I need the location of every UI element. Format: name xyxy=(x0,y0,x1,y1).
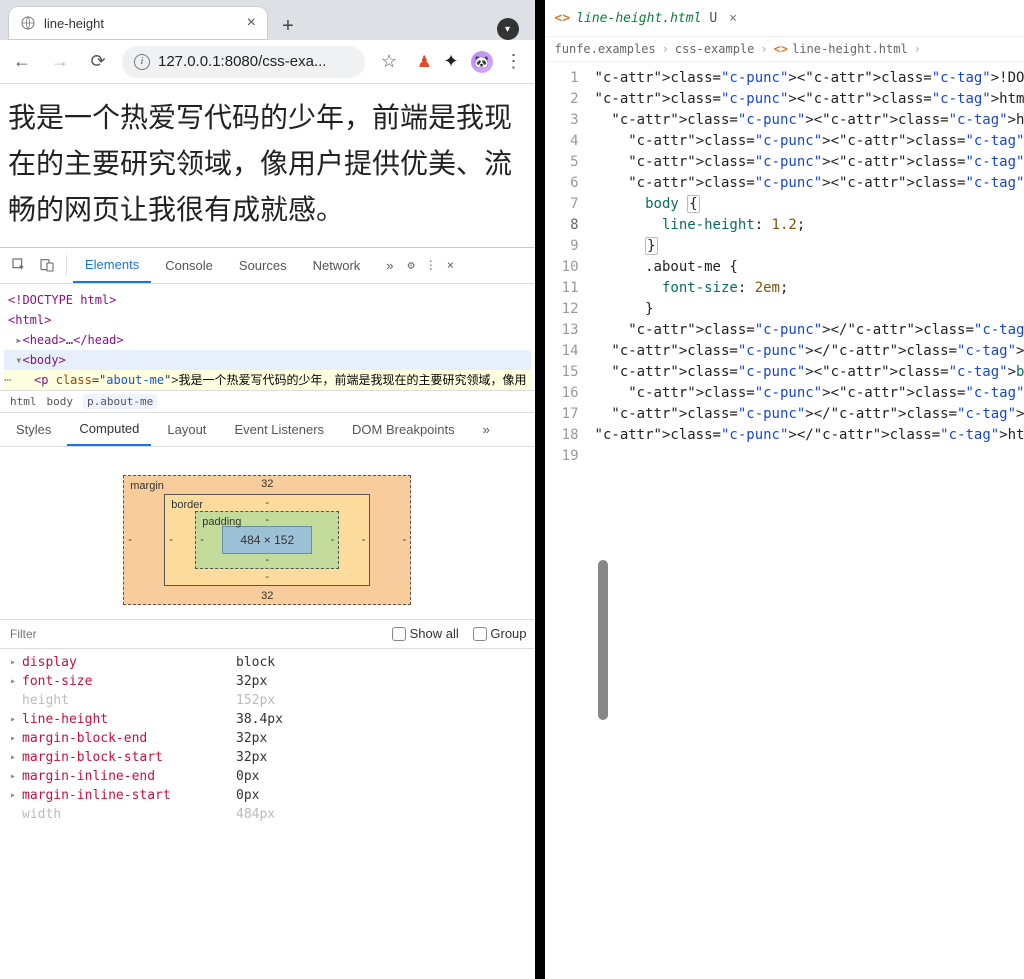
boxmodel-padding-label: padding xyxy=(202,516,241,528)
split-scrollbar[interactable] xyxy=(598,560,608,720)
boxmodel-margin-label: margin xyxy=(130,480,164,492)
tab-sources[interactable]: Sources xyxy=(227,247,299,283)
new-tab-button[interactable]: + xyxy=(274,12,302,40)
devtools-close-icon[interactable]: × xyxy=(447,258,454,272)
dom-breadcrumb[interactable]: html body p.about-me xyxy=(0,391,535,413)
tab-more[interactable]: » xyxy=(374,247,405,283)
about-me-paragraph: 我是一个热爱写代码的少年，前端是我现在的主要研究领域，像用户提供优美、流畅的网页… xyxy=(8,103,512,226)
crumb-body[interactable]: body xyxy=(47,395,74,408)
computed-row[interactable]: ▸margin-inline-end0px xyxy=(10,767,533,786)
code-file-icon: <> xyxy=(555,11,571,26)
tab-title: line-height xyxy=(44,16,239,31)
crumb-html[interactable]: html xyxy=(10,395,37,408)
extensions-button[interactable]: ✦ xyxy=(443,51,458,72)
dom-doctype: <!DOCTYPE html> xyxy=(8,293,116,307)
subtab-event-listeners[interactable]: Event Listeners xyxy=(222,412,336,446)
editor-tab[interactable]: <> line-height.html U × xyxy=(555,11,738,26)
dom-p-about-me[interactable]: ⋯<p class="about-me">我是一个热爱写代码的少年，前端是我现在… xyxy=(4,370,531,390)
tab-elements[interactable]: Elements xyxy=(73,247,151,283)
dom-body-selected[interactable]: ▾<body> xyxy=(4,350,531,370)
computed-row[interactable]: ▸margin-inline-start0px xyxy=(10,786,533,805)
profile-avatar[interactable]: 🐼 xyxy=(471,51,493,73)
globe-icon xyxy=(20,15,36,31)
group-toggle[interactable]: Group xyxy=(473,626,527,642)
reload-button[interactable]: ⟳ xyxy=(84,48,112,76)
chrome-menu-button[interactable]: ⋮ xyxy=(505,51,523,72)
editor-tabstrip: <> line-height.html U × xyxy=(545,0,1024,36)
computed-row[interactable]: width484px xyxy=(10,805,533,824)
address-bar[interactable]: i 127.0.0.1:8080/css-exa... xyxy=(122,46,365,78)
show-all-toggle[interactable]: Show all xyxy=(392,626,459,642)
close-icon[interactable]: × xyxy=(247,14,256,32)
subtab-styles[interactable]: Styles xyxy=(4,412,63,446)
subtab-computed[interactable]: Computed xyxy=(67,412,151,446)
window-menu-icon[interactable]: ▾ xyxy=(497,18,519,40)
url-text: 127.0.0.1:8080/css-exa... xyxy=(158,53,326,70)
code-area[interactable]: 12345678910111213141516171819 "c-attr">c… xyxy=(545,62,1024,467)
page-content: 我是一个热爱写代码的少年，前端是我现在的主要研究领域，像用户提供优美、流畅的网页… xyxy=(0,84,535,247)
crumb-folder-sub[interactable]: css-example xyxy=(675,42,754,56)
boxmodel-content: 484 × 152 xyxy=(222,526,312,554)
filter-input[interactable] xyxy=(8,626,68,642)
browser-tabstrip: line-height × + ▾ xyxy=(0,0,535,40)
code-editor: <> line-height.html U × funfe.examples› … xyxy=(545,0,1024,979)
device-toggle-icon[interactable] xyxy=(34,257,60,273)
crumb-folder-root[interactable]: funfe.examples xyxy=(555,42,656,56)
forward-button: → xyxy=(46,48,74,76)
dom-html[interactable]: <html> xyxy=(8,313,51,327)
subtab-layout[interactable]: Layout xyxy=(155,412,218,446)
devtools-menu-icon[interactable]: ⋮ xyxy=(425,258,437,272)
computed-row[interactable]: ▸margin-block-start32px xyxy=(10,748,533,767)
browser-tab[interactable]: line-height × xyxy=(8,6,268,40)
computed-row[interactable]: ▸font-size32px xyxy=(10,672,533,691)
editor-tab-title: line-height.html xyxy=(576,11,701,26)
browser-toolbar: ← → ⟳ i 127.0.0.1:8080/css-exa... ☆ ♟ ✦ … xyxy=(0,40,535,84)
subtab-more[interactable]: » xyxy=(471,412,502,446)
back-button[interactable]: ← xyxy=(8,48,36,76)
boxmodel-border-label: border xyxy=(171,499,203,511)
computed-properties[interactable]: ▸displayblock▸font-size32pxheight152px▸l… xyxy=(0,649,535,830)
site-info-icon[interactable]: i xyxy=(134,54,150,70)
gear-icon[interactable]: ⚙ xyxy=(408,258,415,272)
editor-tab-close-icon[interactable]: × xyxy=(729,11,737,26)
computed-filter-bar: Show all Group xyxy=(0,619,535,649)
subtab-dom-breakpoints[interactable]: DOM Breakpoints xyxy=(340,412,467,446)
extension-icon[interactable]: ♟ xyxy=(417,52,431,72)
devtools-panel: Elements Console Sources Network » ⚙ ⋮ ×… xyxy=(0,247,535,979)
computed-row[interactable]: ▸margin-block-end32px xyxy=(10,729,533,748)
dom-tree[interactable]: <!DOCTYPE html> <html> ▸<head>…</head> ▾… xyxy=(0,284,535,391)
editor-breadcrumbs[interactable]: funfe.examples› css-example› <> line-hei… xyxy=(545,36,1024,62)
computed-row[interactable]: height152px xyxy=(10,691,533,710)
computed-row[interactable]: ▸line-height38.4px xyxy=(10,710,533,729)
crumb-p[interactable]: p.about-me xyxy=(83,394,157,409)
tab-network[interactable]: Network xyxy=(301,247,373,283)
crumb-file[interactable]: line-height.html xyxy=(792,42,908,56)
tab-console[interactable]: Console xyxy=(153,247,225,283)
computed-row[interactable]: ▸displayblock xyxy=(10,653,533,672)
devtools-subtabs: Styles Computed Layout Event Listeners D… xyxy=(0,413,535,447)
git-status-badge: U xyxy=(709,11,717,26)
inspect-icon[interactable] xyxy=(6,257,32,273)
code-file-icon: <> xyxy=(774,42,788,56)
bookmark-button[interactable]: ☆ xyxy=(375,48,403,76)
box-model: margin 32 32 - - border - - - - paddin xyxy=(0,447,535,619)
devtools-main-tabs: Elements Console Sources Network » ⚙ ⋮ × xyxy=(0,248,535,284)
